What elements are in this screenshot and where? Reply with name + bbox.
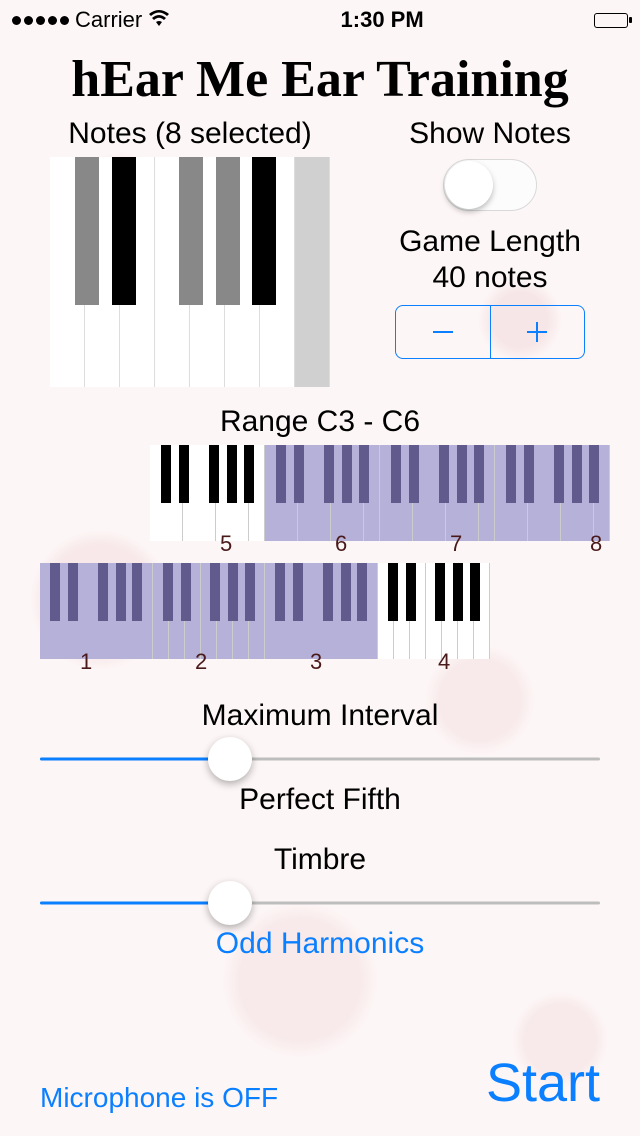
black-key[interactable] <box>435 563 445 621</box>
black-key[interactable] <box>252 157 276 305</box>
clock: 1:30 PM <box>341 7 424 33</box>
octave-label: 3 <box>310 649 322 675</box>
octave-label: 5 <box>220 531 232 557</box>
slider-thumb[interactable] <box>208 737 252 781</box>
slider-fill <box>40 758 230 761</box>
microphone-button[interactable]: Microphone is OFF <box>40 1082 278 1114</box>
black-key[interactable] <box>210 563 220 621</box>
black-key[interactable] <box>506 445 516 503</box>
stepper-plus-button[interactable] <box>491 306 585 358</box>
white-key[interactable] <box>295 157 330 387</box>
black-key[interactable] <box>163 563 173 621</box>
black-key[interactable] <box>470 563 480 621</box>
battery-icon <box>594 13 628 28</box>
notes-label: Notes (8 selected) <box>40 117 340 151</box>
black-key[interactable] <box>75 157 99 305</box>
octave-label: 7 <box>450 531 462 557</box>
black-key[interactable] <box>228 563 238 621</box>
black-key[interactable] <box>323 563 333 621</box>
slider-thumb[interactable] <box>208 881 252 925</box>
start-button[interactable]: Start <box>486 1052 600 1114</box>
show-notes-toggle[interactable] <box>443 159 537 211</box>
black-key[interactable] <box>589 445 599 503</box>
black-key[interactable] <box>181 563 191 621</box>
black-key[interactable] <box>98 563 108 621</box>
max-interval-value: Perfect Fifth <box>40 783 600 817</box>
black-key[interactable] <box>474 445 484 503</box>
black-key[interactable] <box>439 445 449 503</box>
black-key[interactable] <box>342 445 352 503</box>
black-key[interactable] <box>179 445 189 503</box>
black-key[interactable] <box>391 445 401 503</box>
game-length-label: Game Length <box>370 225 610 259</box>
range-keyboard-top[interactable]: 5 6 7 8 <box>150 445 610 555</box>
black-key[interactable] <box>161 445 171 503</box>
black-key[interactable] <box>293 563 303 621</box>
black-key[interactable] <box>227 445 237 503</box>
black-key[interactable] <box>50 563 60 621</box>
stepper-minus-button[interactable] <box>396 306 491 358</box>
octave-label: 8 <box>590 531 602 557</box>
black-key[interactable] <box>554 445 564 503</box>
game-length-value: 40 notes <box>370 261 610 295</box>
black-key[interactable] <box>294 445 304 503</box>
black-key[interactable] <box>572 445 582 503</box>
black-key[interactable] <box>112 157 136 305</box>
range-keyboard-bottom[interactable]: 1 2 3 4 <box>40 563 490 673</box>
black-key[interactable] <box>244 445 254 503</box>
timbre-slider[interactable] <box>40 885 600 921</box>
wifi-icon <box>148 7 170 33</box>
status-bar: Carrier 1:30 PM <box>0 0 640 40</box>
max-interval-label: Maximum Interval <box>40 699 600 733</box>
black-key[interactable] <box>179 157 203 305</box>
toggle-knob <box>445 161 493 209</box>
black-key[interactable] <box>341 563 351 621</box>
timbre-label: Timbre <box>40 843 600 877</box>
max-interval-slider[interactable] <box>40 741 600 777</box>
black-key[interactable] <box>406 563 416 621</box>
black-key[interactable] <box>275 563 285 621</box>
range-label: Range C3 - C6 <box>0 405 640 439</box>
black-key[interactable] <box>357 563 367 621</box>
notes-keyboard[interactable] <box>50 157 330 387</box>
black-key[interactable] <box>524 445 534 503</box>
carrier-label: Carrier <box>75 7 142 33</box>
black-key[interactable] <box>209 445 219 503</box>
black-key[interactable] <box>388 563 398 621</box>
black-key[interactable] <box>116 563 126 621</box>
octave-label: 2 <box>195 649 207 675</box>
black-key[interactable] <box>324 445 334 503</box>
slider-fill <box>40 902 230 905</box>
signal-icon <box>12 16 69 25</box>
octave-label: 6 <box>335 531 347 557</box>
octave-label: 4 <box>438 649 450 675</box>
black-key[interactable] <box>276 445 286 503</box>
black-key[interactable] <box>216 157 240 305</box>
black-key[interactable] <box>359 445 369 503</box>
black-key[interactable] <box>132 563 142 621</box>
game-length-stepper <box>395 305 585 359</box>
black-key[interactable] <box>457 445 467 503</box>
black-key[interactable] <box>68 563 78 621</box>
black-key[interactable] <box>245 563 255 621</box>
black-key[interactable] <box>409 445 419 503</box>
black-key[interactable] <box>453 563 463 621</box>
show-notes-label: Show Notes <box>370 117 610 151</box>
app-title: hEar Me Ear Training <box>0 40 640 109</box>
timbre-value: Odd Harmonics <box>40 927 600 961</box>
octave-label: 1 <box>80 649 92 675</box>
